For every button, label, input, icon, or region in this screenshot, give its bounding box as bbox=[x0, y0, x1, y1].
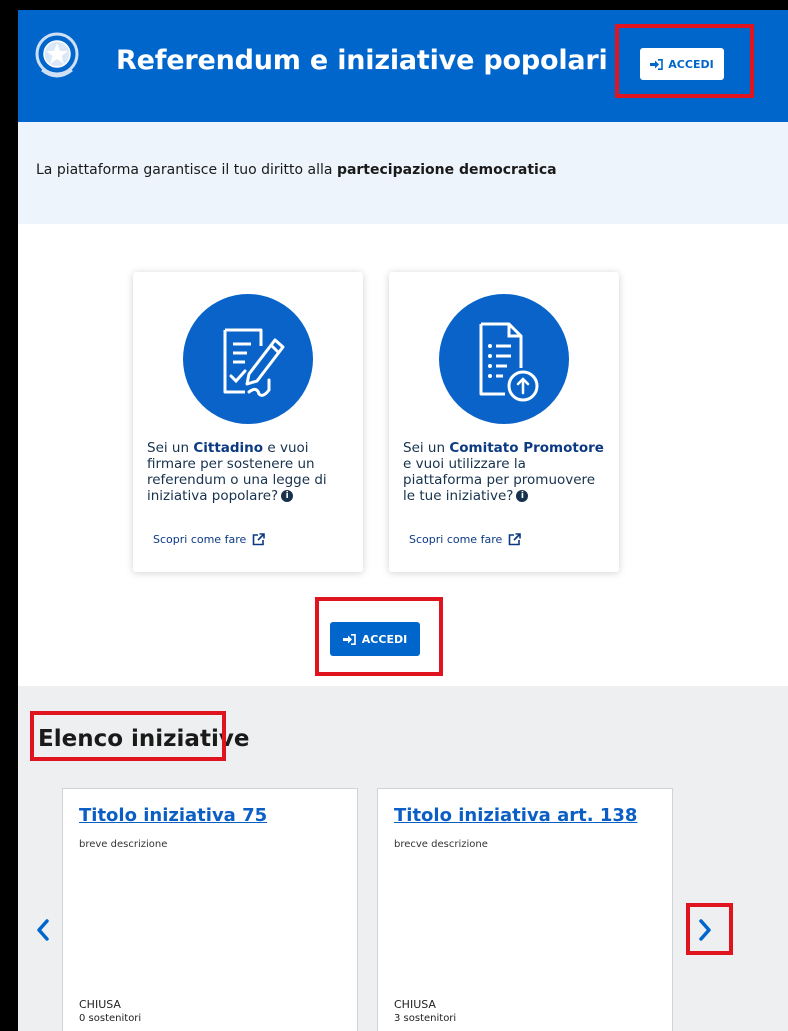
header-login-label: ACCEDI bbox=[668, 57, 714, 71]
republic-emblem-icon bbox=[35, 32, 79, 78]
page: Referendum e iniziative popolari ACCEDI … bbox=[18, 0, 788, 1031]
info-icon[interactable]: i bbox=[516, 490, 529, 502]
login-icon bbox=[650, 58, 664, 70]
promoter-how-to-link[interactable]: Scopri come fare bbox=[409, 533, 522, 546]
citizen-how-to-link[interactable]: Scopri come fare bbox=[153, 533, 266, 546]
external-link-icon bbox=[252, 533, 266, 546]
initiative-status: CHIUSA bbox=[79, 998, 121, 1011]
intro-text: La piattaforma garantisce il tuo diritto… bbox=[36, 162, 557, 178]
login-icon bbox=[342, 633, 356, 645]
citizen-how-to-label: Scopri come fare bbox=[153, 533, 247, 546]
section-title: Elenco iniziative bbox=[38, 726, 250, 752]
initiative-supporters: 0 sostenitori bbox=[79, 1013, 142, 1024]
info-icon[interactable]: i bbox=[281, 490, 294, 502]
promoter-how-to-label: Scopri come fare bbox=[409, 533, 503, 546]
initiative-status: CHIUSA bbox=[394, 998, 436, 1011]
citizen-card-text: Sei un Cittadino e vuoi firmare per sost… bbox=[147, 440, 352, 504]
promoter-card-pre: Sei un bbox=[403, 440, 450, 456]
initiatives-section: Elenco iniziative Titolo iniziativa 75 b… bbox=[18, 686, 788, 1031]
intro-banner: La piattaforma garantisce il tuo diritto… bbox=[18, 122, 788, 224]
promoter-card: Sei un Comitato Promotore e vuoi utilizz… bbox=[389, 272, 619, 572]
chevron-left-icon bbox=[37, 919, 49, 941]
citizen-card-pre: Sei un bbox=[147, 440, 194, 456]
initiative-card[interactable]: Titolo iniziativa art. 138 brecve descri… bbox=[377, 788, 673, 1031]
citizen-card-role: Cittadino bbox=[193, 440, 264, 456]
initiative-description: breve descrizione bbox=[79, 839, 168, 850]
initiative-description: brecve descrizione bbox=[394, 839, 488, 850]
promoter-card-role: Comitato Promotore bbox=[449, 440, 604, 456]
initiative-supporters: 3 sostenitori bbox=[394, 1013, 457, 1024]
document-sign-icon bbox=[183, 294, 313, 424]
site-title: Referendum e iniziative popolari bbox=[116, 45, 608, 76]
external-link-icon bbox=[508, 533, 522, 546]
promoter-card-text: Sei un Comitato Promotore e vuoi utilizz… bbox=[403, 440, 608, 504]
main-login-button[interactable]: ACCEDI bbox=[330, 622, 420, 656]
carousel-next-button[interactable] bbox=[694, 912, 716, 948]
citizen-card: Sei un Cittadino e vuoi firmare per sost… bbox=[133, 272, 363, 572]
initiative-card[interactable]: Titolo iniziativa 75 breve descrizione C… bbox=[62, 788, 358, 1031]
initiative-title-link[interactable]: Titolo iniziativa 75 bbox=[79, 805, 267, 826]
intro-text-plain: La piattaforma garantisce il tuo diritto… bbox=[36, 162, 337, 178]
chevron-right-icon bbox=[699, 919, 711, 941]
main-login-label: ACCEDI bbox=[361, 632, 408, 646]
document-upload-icon bbox=[439, 294, 569, 424]
promoter-card-post: e vuoi utilizzare la piattaforma per pro… bbox=[403, 456, 596, 504]
intro-text-bold: partecipazione democratica bbox=[336, 162, 557, 178]
site-header: Referendum e iniziative popolari ACCEDI bbox=[18, 0, 788, 122]
initiative-title-link[interactable]: Titolo iniziativa art. 138 bbox=[394, 805, 637, 826]
carousel-prev-button[interactable] bbox=[32, 912, 54, 948]
header-login-button[interactable]: ACCEDI bbox=[640, 48, 724, 80]
